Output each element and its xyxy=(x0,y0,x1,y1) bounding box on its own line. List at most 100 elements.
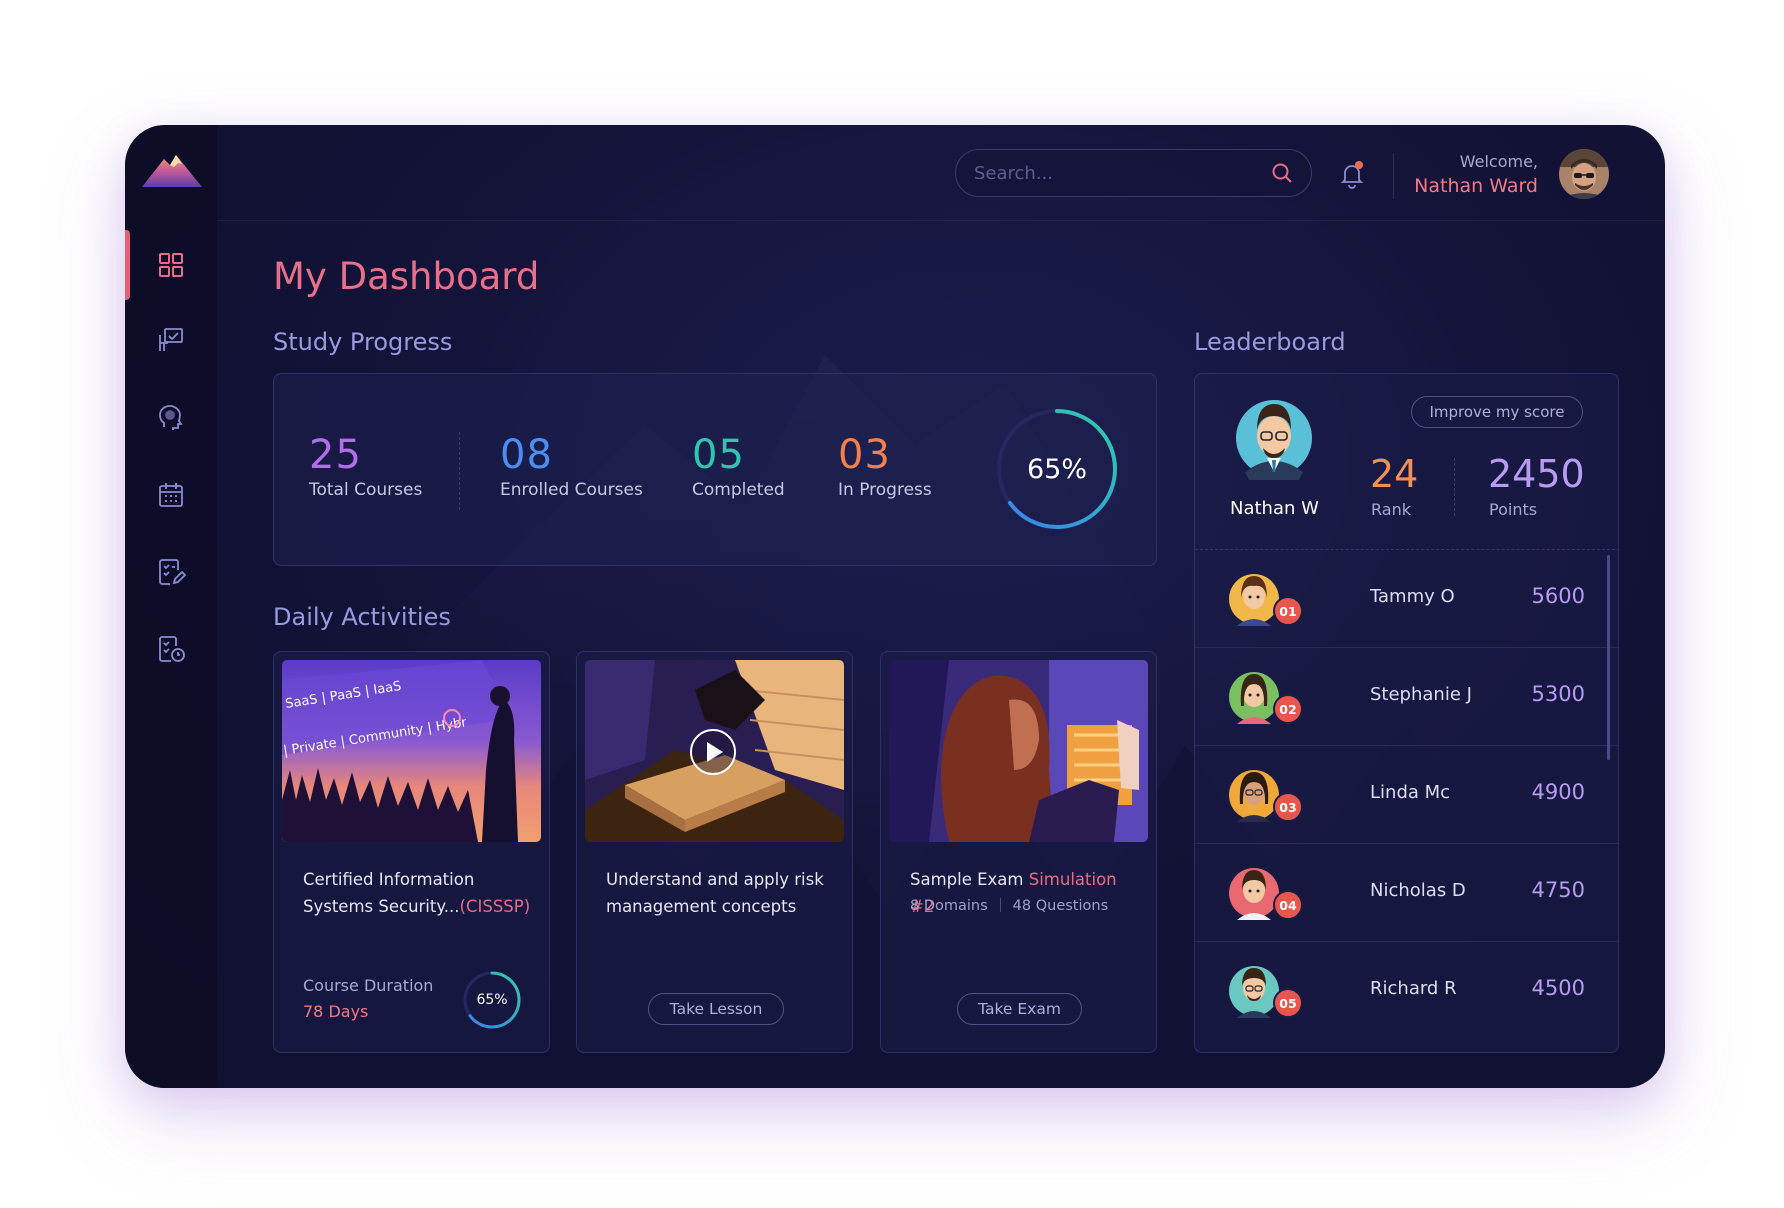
stat-label: Enrolled Courses xyxy=(500,480,643,500)
course-title-text: Certified Information Systems Security..… xyxy=(303,870,475,916)
avatar-tammy xyxy=(1229,574,1279,626)
lesson-video-thumbnail xyxy=(585,660,844,842)
nav-mindset[interactable] xyxy=(125,383,217,453)
leaderboard-score: 4750 xyxy=(1531,878,1585,902)
course-title-highlight: (CISSSP) xyxy=(459,897,531,916)
brain-head-icon xyxy=(159,405,183,430)
course-duration-value: 78 Days xyxy=(303,1002,369,1021)
leaderboard-row[interactable]: 02 Stephanie J 5300 xyxy=(1195,648,1618,746)
overall-progress-ring: 65% xyxy=(994,406,1120,532)
dashboard-window: Welcome, Nathan Ward My Dashboard Study … xyxy=(125,125,1665,1088)
rank-badge: 02 xyxy=(1273,694,1303,724)
leaderboard-name: Linda Mc xyxy=(1370,782,1451,803)
study-progress-title: Study Progress xyxy=(273,328,453,356)
activity-card-exam[interactable]: Sample Exam Simulation #2 8 Domains 48 Qu… xyxy=(880,651,1157,1053)
my-points-value: 2450 xyxy=(1488,452,1585,496)
leaderboard-name: Stephanie J xyxy=(1370,684,1472,705)
exam-domains: 8 Domains xyxy=(910,898,988,914)
welcome-block: Welcome, Nathan Ward xyxy=(1414,152,1538,197)
welcome-label: Welcome, xyxy=(1459,152,1538,171)
leaderboard-name: Tammy O xyxy=(1370,586,1455,607)
improve-score-button[interactable]: Improve my score xyxy=(1411,396,1583,428)
exam-meta: 8 Domains 48 Questions xyxy=(910,898,1108,914)
user-avatar[interactable] xyxy=(1559,149,1609,199)
calendar-icon xyxy=(159,483,183,507)
leaderboard-my-summary: Nathan W Improve my score 24 Rank 2450 P… xyxy=(1195,374,1618,550)
stat-value: 05 xyxy=(692,432,745,478)
stat-total-courses[interactable]: 25 Total Courses xyxy=(309,432,422,500)
leaderboard-score: 4500 xyxy=(1531,976,1585,1000)
leaderboard-scrollbar[interactable] xyxy=(1607,555,1610,760)
header-divider-vertical xyxy=(1393,153,1394,199)
stat-label: Completed xyxy=(692,480,785,500)
sidebar xyxy=(125,125,217,1088)
search-icon[interactable] xyxy=(1271,162,1293,184)
take-exam-button[interactable]: Take Exam xyxy=(957,993,1082,1025)
leaderboard-row[interactable]: 05 Richard R 4500 xyxy=(1195,942,1618,1040)
course-progress-ring: 65% xyxy=(462,970,522,1030)
search-box[interactable] xyxy=(955,149,1312,197)
stat-in-progress[interactable]: 03 In Progress xyxy=(838,432,932,500)
search-input[interactable] xyxy=(974,162,1271,184)
rank-points-divider xyxy=(1454,458,1455,516)
exam-simulation-illustration xyxy=(889,660,1148,842)
avatar-nicholas xyxy=(1229,868,1279,920)
rank-badge: 05 xyxy=(1273,988,1303,1018)
user-name[interactable]: Nathan Ward xyxy=(1414,175,1538,197)
avatar-richard xyxy=(1229,966,1279,1018)
rank-badge: 03 xyxy=(1273,792,1303,822)
exam-questions: 48 Questions xyxy=(1012,898,1109,914)
nav-schedule[interactable] xyxy=(125,614,217,684)
nav-courses[interactable] xyxy=(125,305,217,375)
my-name: Nathan W xyxy=(1230,498,1319,519)
daily-activities-title: Daily Activities xyxy=(273,603,451,631)
presentation-board-icon xyxy=(159,328,183,351)
stat-label: In Progress xyxy=(838,480,932,500)
stat-label: Total Courses xyxy=(309,480,423,500)
stat-value: 08 xyxy=(500,432,553,478)
leaderboard-score: 5600 xyxy=(1531,584,1585,608)
leaderboard-title: Leaderboard xyxy=(1194,328,1346,356)
leaderboard-row[interactable]: 04 Nicholas D 4750 xyxy=(1195,844,1618,942)
leaderboard-score: 5300 xyxy=(1531,682,1585,706)
study-progress-card: 25 Total Courses 08 Enrolled Courses 05 … xyxy=(273,373,1157,566)
stat-value: 03 xyxy=(838,432,891,478)
rank-badge: 01 xyxy=(1273,596,1303,626)
checklist-edit-icon xyxy=(159,559,186,585)
my-rank-value: 24 xyxy=(1370,452,1419,496)
leaderboard-row[interactable]: 03 Linda Mc 4900 xyxy=(1195,746,1618,844)
cloud-models-illustration: SaaS | PaaS | IaaS | Private | Community… xyxy=(282,660,541,842)
checklist-clock-icon xyxy=(159,636,185,662)
lesson-title: Understand and apply risk management con… xyxy=(606,870,824,916)
leaderboard-card: Nathan W Improve my score 24 Rank 2450 P… xyxy=(1194,373,1619,1053)
mountain-logo-icon[interactable] xyxy=(140,151,204,191)
avatar-linda xyxy=(1229,770,1279,822)
take-lesson-button[interactable]: Take Lesson xyxy=(648,993,784,1025)
course-title: Certified Information Systems Security..… xyxy=(303,866,531,920)
course-duration-label: Course Duration xyxy=(303,976,434,995)
rank-badge: 04 xyxy=(1273,890,1303,920)
course-progress-percent: 65% xyxy=(476,992,508,1008)
overall-progress-percent: 65% xyxy=(1026,453,1087,485)
leaderboard-row[interactable]: 01 Tammy O 5600 xyxy=(1195,550,1618,648)
stat-divider xyxy=(459,432,460,510)
activity-card-lesson[interactable]: Understand and apply risk management con… xyxy=(576,651,853,1053)
leaderboard-name: Nicholas D xyxy=(1370,880,1466,901)
nav-dashboard[interactable] xyxy=(125,230,217,300)
leaderboard-score: 4900 xyxy=(1531,780,1585,804)
avatar-stephanie xyxy=(1229,672,1279,724)
my-rank-label: Rank xyxy=(1371,500,1411,519)
exam-title-text: Sample Exam xyxy=(910,870,1029,889)
dashboard-grid-icon xyxy=(159,253,183,277)
leaderboard-name: Richard R xyxy=(1370,978,1457,999)
stat-completed[interactable]: 05 Completed xyxy=(692,432,785,500)
my-points-label: Points xyxy=(1489,500,1538,519)
stat-enrolled-courses[interactable]: 08 Enrolled Courses xyxy=(500,432,643,500)
page-title: My Dashboard xyxy=(273,255,540,298)
nav-assignments[interactable] xyxy=(125,537,217,607)
activity-card-course[interactable]: SaaS | PaaS | IaaS | Private | Community… xyxy=(273,651,550,1053)
nav-calendar[interactable] xyxy=(125,460,217,530)
my-avatar xyxy=(1236,400,1312,480)
notification-bell-icon[interactable] xyxy=(1337,159,1367,189)
header-divider xyxy=(217,220,1665,221)
